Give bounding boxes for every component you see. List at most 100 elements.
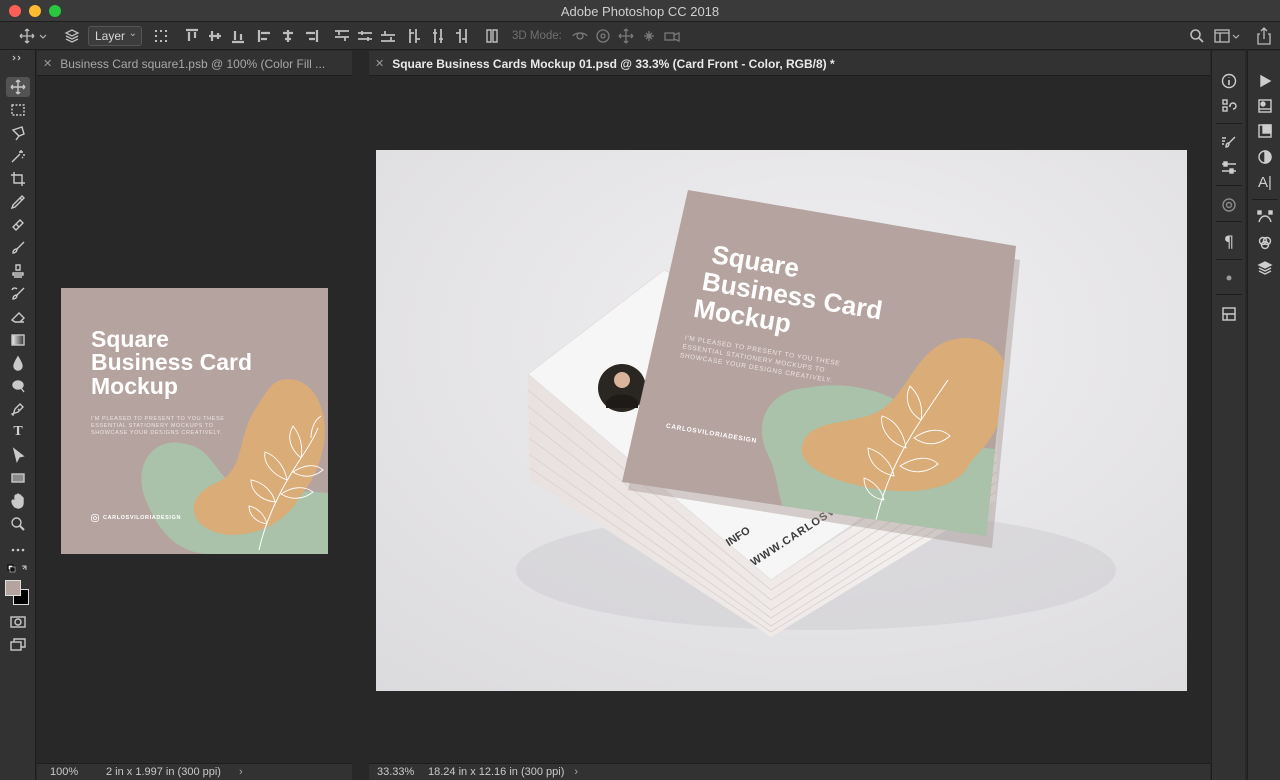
share-button[interactable] (1254, 26, 1274, 46)
properties-panel-button[interactable] (1218, 304, 1240, 324)
magic-wand-tool[interactable] (6, 146, 30, 166)
brushes-panel-button[interactable] (1218, 268, 1240, 288)
slide-3d-icon (644, 31, 654, 41)
info-panel-button[interactable] (1218, 71, 1240, 91)
align-vertical-centers-button[interactable] (207, 26, 223, 46)
gradient-tool[interactable] (6, 330, 30, 350)
document-tab-bar-left: ✕ Business Card square1.psb @ 100% (Colo… (37, 51, 352, 76)
toolbar-collapse-icon[interactable] (6, 54, 30, 62)
business-card-artwork[interactable]: Square Business Card Mockup I'M PLEASED … (61, 288, 328, 554)
rectangle-icon (11, 473, 25, 483)
show-transform-controls[interactable] (152, 26, 170, 46)
distribute-bottom-edges-button[interactable] (380, 26, 396, 46)
swatches-icon (1258, 124, 1272, 138)
swatches-panel-button[interactable] (1254, 121, 1276, 141)
paragraph-panel-button[interactable]: ¶ (1218, 231, 1240, 251)
search-button[interactable] (1188, 26, 1206, 46)
libraries-icon (1258, 99, 1272, 113)
zoom-tool[interactable] (6, 514, 30, 534)
pan-3d-icon (618, 28, 634, 44)
rectangular-marquee-tool[interactable] (6, 100, 30, 120)
adjustments-panel-button[interactable] (1218, 158, 1240, 178)
auto-select-target-dropdown[interactable]: Layer ⌄ (88, 26, 142, 46)
layers-icon (1257, 261, 1273, 275)
status-menu-chevron-icon[interactable]: › (574, 766, 578, 778)
actions-panel-button[interactable] (1254, 71, 1276, 91)
window-title: Adobe Photoshop CC 2018 (560, 4, 720, 19)
layers-panel-button[interactable] (1254, 258, 1276, 278)
type-tool[interactable]: T (6, 422, 30, 442)
close-tab-icon[interactable]: ✕ (43, 57, 52, 70)
crop-tool[interactable] (6, 169, 30, 189)
eraser-tool[interactable] (6, 307, 30, 327)
clone-source-panel-button[interactable] (1218, 195, 1240, 215)
align-hcenter-icon (283, 30, 293, 42)
zoom-level[interactable]: 100% (50, 766, 98, 778)
3d-slide-button[interactable] (641, 26, 657, 46)
clone-source-icon (1222, 198, 1236, 212)
hand-tool[interactable] (6, 491, 30, 511)
rectangle-tool[interactable] (6, 468, 30, 488)
distribute-right-edges-button[interactable] (453, 26, 469, 46)
align-bottom-edges-button[interactable] (230, 26, 246, 46)
screen-mode-button[interactable] (6, 635, 30, 655)
libraries-panel-button[interactable] (1254, 96, 1276, 116)
align-right-edges-button[interactable] (303, 26, 319, 46)
lasso-tool[interactable] (6, 123, 30, 143)
foreground-color-swatch[interactable] (5, 580, 21, 596)
hand-icon (11, 493, 24, 509)
distribute-horizontal-centers-button[interactable] (430, 26, 446, 46)
color-panel-button[interactable] (1254, 147, 1276, 167)
history-brush-tool[interactable] (6, 284, 30, 304)
marquee-icon (11, 104, 25, 116)
distribute-vertical-centers-button[interactable] (357, 26, 373, 46)
history-panel-button[interactable] (1218, 96, 1240, 116)
distribute-top-edges-button[interactable] (334, 26, 350, 46)
brush-settings-panel-button[interactable] (1218, 133, 1240, 153)
paths-panel-button[interactable] (1254, 208, 1276, 228)
align-horizontal-centers-button[interactable] (280, 26, 296, 46)
3d-pan-button[interactable] (618, 26, 634, 46)
card-body-line-1: I'M PLEASED TO PRESENT TO YOU THESE (91, 416, 225, 422)
workspace-switcher[interactable] (1214, 26, 1242, 46)
lasso-icon (11, 126, 25, 141)
zoom-level[interactable]: 33.33% (377, 766, 421, 778)
quick-mask-mode-button[interactable] (6, 612, 30, 632)
healing-brush-tool[interactable] (6, 215, 30, 235)
distribute-left-edges-button[interactable] (407, 26, 423, 46)
pen-tool[interactable] (6, 399, 30, 419)
path-selection-tool[interactable] (6, 445, 30, 465)
align-top-edges-button[interactable] (184, 26, 200, 46)
auto-select-toggle[interactable] (62, 26, 82, 46)
color-wheel-icon (1258, 150, 1272, 164)
clone-stamp-tool[interactable] (6, 261, 30, 281)
auto-align-layers-button[interactable] (484, 26, 500, 46)
3d-roll-button[interactable] (595, 26, 611, 46)
brush-tool[interactable] (6, 238, 30, 258)
default-colors-button[interactable] (6, 562, 30, 576)
edit-toolbar-button[interactable] (6, 540, 30, 560)
move-tool-preset-picker[interactable] (18, 26, 48, 46)
channels-panel-button[interactable] (1254, 233, 1276, 253)
eyedropper-tool[interactable] (6, 192, 30, 212)
dodge-tool[interactable] (6, 376, 30, 396)
status-menu-chevron-icon[interactable]: › (239, 766, 243, 778)
3d-orbit-button[interactable] (572, 26, 588, 46)
blur-tool[interactable] (6, 353, 30, 373)
3d-scale-button[interactable] (664, 26, 680, 46)
panel-dock-collapsed-1: ¶ (1211, 51, 1245, 780)
distribute-right-icon (456, 29, 467, 43)
camera-3d-icon (664, 32, 680, 42)
status-bar-left: 100% 2 in x 1.997 in (300 ppi) › (37, 763, 352, 780)
close-tab-icon[interactable]: ✕ (375, 57, 384, 70)
align-right-icon (306, 30, 319, 42)
3d-mode-label: 3D Mode: (512, 30, 562, 42)
tab-business-card-psb[interactable]: ✕ Business Card square1.psb @ 100% (Colo… (43, 51, 343, 76)
tab-square-business-cards-mockup[interactable]: ✕ Square Business Cards Mockup 01.psd @ … (375, 51, 1155, 76)
character-panel-button[interactable]: A| (1254, 172, 1276, 192)
card-body-text: I'M PLEASED TO PRESENT TO YOU THESE ESSE… (91, 416, 225, 437)
double-chevron-icon (12, 55, 21, 61)
mockup-canvas[interactable]: INFO WWW.CARLOSVILO Square Business Card… (376, 150, 1187, 691)
move-tool[interactable] (6, 77, 30, 97)
align-left-edges-button[interactable] (257, 26, 273, 46)
